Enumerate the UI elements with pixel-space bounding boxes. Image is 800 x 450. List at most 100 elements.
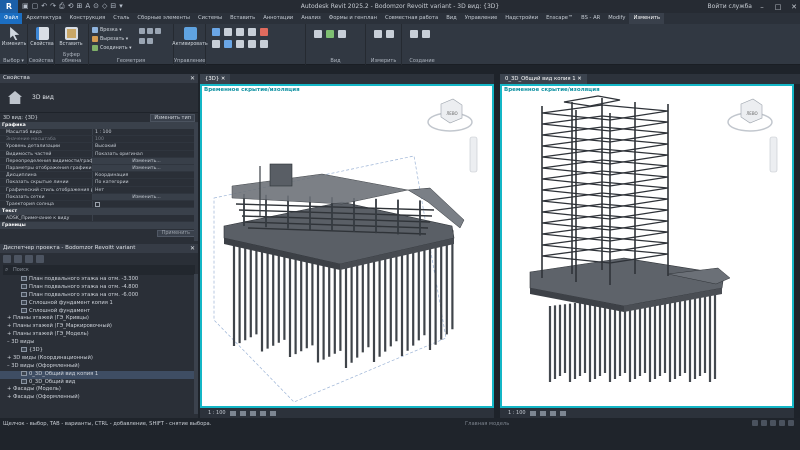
ribbon-tab[interactable]: Аннотации <box>259 13 297 24</box>
instance-label[interactable]: 3D вид: {3D} <box>3 115 38 121</box>
property-value[interactable]: 100 <box>92 136 198 143</box>
property-value[interactable] <box>92 200 198 208</box>
type-selector[interactable]: 3D вид <box>0 83 198 113</box>
property-value[interactable]: Координация <box>92 172 198 179</box>
ribbon-tab[interactable]: Изменить <box>629 13 665 24</box>
close-icon[interactable]: ✕ <box>190 244 195 253</box>
tab-general-view[interactable]: 0_3D_Общий вид копия 1 ✕ <box>500 74 587 84</box>
edit-type-button[interactable]: Изменить тип <box>150 113 195 122</box>
property-value[interactable]: Нет <box>92 186 198 193</box>
browser-item[interactable]: – 3D виды <box>0 339 198 347</box>
browser-tool-icon[interactable] <box>14 254 22 263</box>
property-value[interactable]: Изменить... <box>92 193 198 200</box>
browser-item[interactable]: 0_3D_Общий вид копия 1 <box>0 370 198 379</box>
design-options-icon[interactable] <box>761 420 767 426</box>
properties-scrollbar[interactable] <box>194 123 198 241</box>
browser-tool-icon[interactable] <box>3 254 11 263</box>
visual-style-icon[interactable] <box>539 410 546 416</box>
ribbon-tab[interactable]: Вид <box>442 13 461 24</box>
ribbon-tab[interactable]: Архитектура <box>22 13 65 24</box>
ribbon-tab[interactable]: Файл <box>0 13 23 24</box>
quick-access-item[interactable]: ⊞ <box>76 2 82 11</box>
browser-tool-icon[interactable] <box>25 254 33 263</box>
view-scale[interactable]: 1 : 100 <box>208 410 226 416</box>
quick-access-item[interactable]: ⊟ <box>110 2 116 11</box>
browser-item[interactable]: 0_3D_Общий вид <box>0 378 198 387</box>
ribbon-tab[interactable]: Формы и генплан <box>325 13 381 24</box>
apply-button[interactable]: Применить <box>156 230 195 238</box>
cope-button[interactable]: Врезка ▾ <box>92 27 122 33</box>
view-tools[interactable] <box>314 30 348 38</box>
property-value[interactable]: Высокий <box>92 143 198 150</box>
quick-access-item[interactable]: ⎙ <box>59 2 65 11</box>
property-value[interactable]: Изменить... <box>92 164 198 172</box>
close-icon[interactable]: ✕ <box>190 74 195 83</box>
crop-icon[interactable] <box>269 410 276 416</box>
close-icon[interactable]: ✕ <box>577 76 581 82</box>
app-logo[interactable]: R <box>0 0 18 13</box>
ribbon-tab[interactable]: BS - AR <box>577 13 604 24</box>
properties-button[interactable]: Свойства <box>30 27 54 54</box>
visual-style-icon[interactable] <box>239 410 246 416</box>
shadows-icon[interactable] <box>259 410 266 416</box>
quick-access-item[interactable]: ↷ <box>50 2 56 11</box>
browser-item[interactable]: + Фасады (Оформленный) <box>0 394 198 402</box>
property-value[interactable]: По категории <box>92 179 198 186</box>
property-value[interactable]: Показать оригинал <box>92 150 198 157</box>
sun-path-icon[interactable] <box>549 410 556 416</box>
browser-item[interactable]: + Планы этажей (ГЭ_Модель) <box>0 331 198 339</box>
browser-item[interactable]: План подвального этажа на отм. -4.800 <box>0 283 198 292</box>
quick-access-item[interactable]: ↶ <box>41 2 47 11</box>
user-signin[interactable]: Войти служба <box>708 3 752 10</box>
left-3d-viewport[interactable]: ЛЕВО Временное скрытие/изоляция <box>200 84 494 408</box>
ribbon-tab[interactable]: Управление <box>461 13 502 24</box>
join-button[interactable]: Соединить ▾ <box>92 45 131 51</box>
sun-path-checkbox[interactable] <box>95 201 100 207</box>
browser-item[interactable]: План подвального этажа на отм. -6.000 <box>0 291 198 300</box>
browser-item[interactable]: {3D} <box>0 347 198 355</box>
ribbon-tab[interactable]: Сталь <box>109 13 133 24</box>
section-graphics[interactable]: Графика <box>0 122 198 129</box>
sun-path-icon[interactable] <box>249 410 256 416</box>
quick-access-item[interactable]: ◇ <box>102 2 107 11</box>
ribbon-tab[interactable]: Совместная работа <box>381 13 442 24</box>
select-links-icon[interactable] <box>770 420 776 426</box>
view-scale[interactable]: 1 : 100 <box>508 410 526 416</box>
browser-search-input[interactable]: Поиск <box>3 265 195 275</box>
detail-level-icon[interactable] <box>229 410 236 416</box>
minimize-button[interactable]: – <box>756 3 768 11</box>
worksets-icon[interactable] <box>752 420 758 426</box>
quick-access-item[interactable]: ⟲ <box>68 2 74 11</box>
ribbon-tab[interactable]: Сборные элементы <box>133 13 194 24</box>
property-value[interactable] <box>92 215 198 222</box>
ribbon-tab[interactable]: Анализ <box>297 13 325 24</box>
close-icon[interactable]: ✕ <box>221 76 225 82</box>
shadows-icon[interactable] <box>559 410 566 416</box>
create-tools[interactable] <box>410 30 432 38</box>
close-button[interactable]: ✕ <box>788 3 800 11</box>
ribbon-tab[interactable]: Конструкция <box>66 13 110 24</box>
section-extents[interactable]: Границы <box>0 222 198 230</box>
paste-button[interactable]: Вставить <box>59 27 83 54</box>
geometry-tools-2[interactable] <box>139 38 153 44</box>
measure-tools[interactable] <box>374 30 396 38</box>
tab-3d-view[interactable]: {3D} ✕ <box>200 74 231 84</box>
quick-access-item[interactable]: ▾ <box>119 2 123 11</box>
active-model[interactable]: Главная модель <box>465 421 509 427</box>
select-underlay-icon[interactable] <box>779 420 785 426</box>
quick-access-item[interactable]: ⊙ <box>93 2 99 11</box>
geometry-tools[interactable] <box>139 28 161 34</box>
ribbon-tab[interactable]: Системы <box>194 13 226 24</box>
ribbon-tab[interactable]: Вставить <box>226 13 259 24</box>
detail-level-icon[interactable] <box>529 410 536 416</box>
quick-access-item[interactable]: ▢ <box>32 2 39 11</box>
browser-scrollbar[interactable] <box>194 274 198 414</box>
filter-icon[interactable] <box>788 420 794 426</box>
browser-item[interactable]: Сплошной фундамент копия 1 <box>0 299 198 308</box>
browser-item[interactable]: – 3D виды (Оформленный) <box>0 363 198 371</box>
browser-item[interactable]: План подвального этажа на отм. -3.300 <box>0 276 198 284</box>
property-value[interactable]: 1 : 100 <box>92 129 198 136</box>
maximize-button[interactable]: □ <box>772 3 784 11</box>
modify-tools-row-2[interactable] <box>212 40 270 48</box>
right-3d-viewport[interactable]: ЛЕВО Временное скрытие/изоляция <box>500 84 794 408</box>
